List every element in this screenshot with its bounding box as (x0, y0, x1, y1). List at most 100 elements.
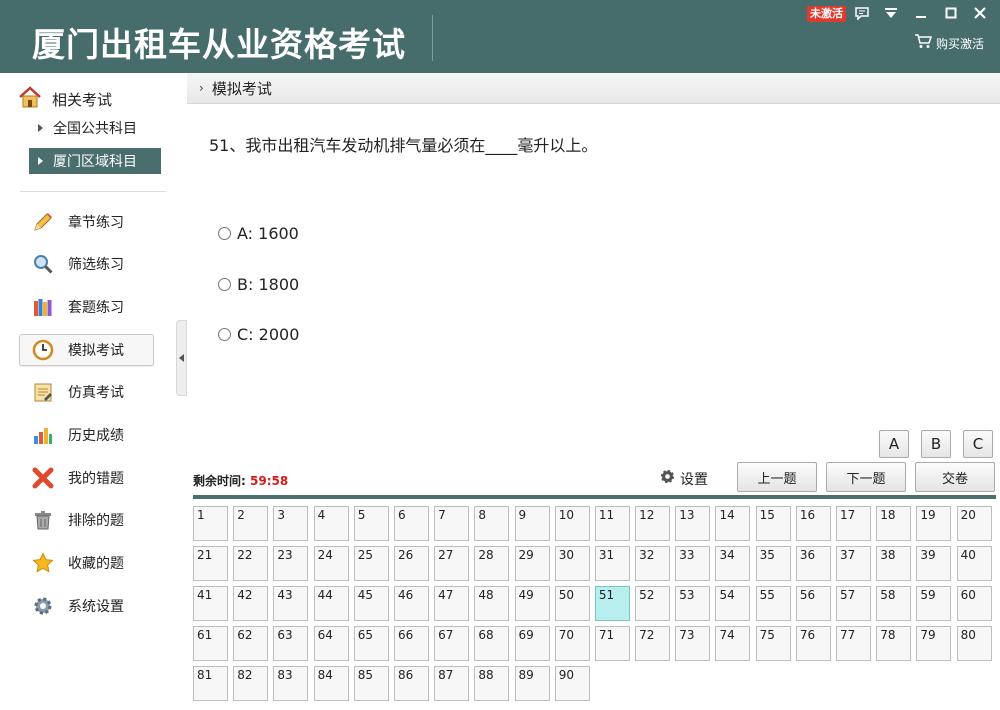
question-cell[interactable]: 59 (916, 586, 952, 621)
question-cell[interactable]: 54 (715, 586, 751, 621)
question-cell[interactable]: 29 (514, 546, 550, 581)
question-cell[interactable]: 1 (193, 506, 228, 541)
answer-c-button[interactable]: C (963, 430, 993, 458)
answer-b-button[interactable]: B (921, 430, 951, 458)
question-cell[interactable]: 90 (554, 666, 590, 701)
question-cell[interactable]: 39 (916, 546, 952, 581)
radio-button[interactable] (218, 278, 231, 291)
question-cell[interactable]: 36 (795, 546, 831, 581)
question-cell[interactable]: 9 (514, 506, 550, 541)
answer-a-button[interactable]: A (879, 430, 909, 458)
question-cell[interactable]: 79 (916, 626, 952, 661)
submit-exam-button[interactable]: 交卷 (915, 462, 995, 492)
question-cell[interactable]: 70 (554, 626, 590, 661)
radio-button[interactable] (218, 227, 231, 240)
question-cell[interactable]: 66 (393, 626, 429, 661)
option-b[interactable]: B: 1800 (218, 275, 299, 294)
question-cell[interactable]: 61 (193, 626, 228, 661)
question-cell[interactable]: 22 (233, 546, 269, 581)
question-cell[interactable]: 35 (755, 546, 791, 581)
question-cell[interactable]: 20 (956, 506, 992, 541)
question-cell[interactable]: 40 (956, 546, 992, 581)
question-cell[interactable]: 72 (635, 626, 671, 661)
question-cell[interactable]: 63 (273, 626, 309, 661)
menu-dropdown-icon[interactable] (882, 4, 900, 22)
question-cell[interactable]: 19 (916, 506, 952, 541)
question-cell[interactable]: 23 (273, 546, 309, 581)
question-cell[interactable]: 31 (594, 546, 630, 581)
question-cell[interactable]: 26 (393, 546, 429, 581)
question-cell[interactable]: 38 (876, 546, 912, 581)
question-cell[interactable]: 46 (393, 586, 429, 621)
question-cell[interactable]: 18 (876, 506, 912, 541)
question-cell[interactable]: 75 (755, 626, 791, 661)
next-question-button[interactable]: 下一题 (826, 462, 906, 492)
question-cell[interactable]: 84 (313, 666, 349, 701)
question-cell[interactable]: 32 (635, 546, 671, 581)
question-cell[interactable]: 58 (876, 586, 912, 621)
question-cell[interactable]: 28 (474, 546, 510, 581)
question-cell[interactable]: 51 (594, 586, 630, 621)
sidebar-item-filter-practice[interactable]: 筛选练习 (19, 248, 154, 280)
close-icon[interactable] (971, 4, 989, 22)
question-cell[interactable]: 53 (675, 586, 711, 621)
question-cell[interactable]: 73 (675, 626, 711, 661)
question-cell[interactable]: 24 (313, 546, 349, 581)
question-cell[interactable]: 69 (514, 626, 550, 661)
question-cell[interactable]: 88 (474, 666, 510, 701)
question-cell[interactable]: 55 (755, 586, 791, 621)
sidebar-item-mock-exam[interactable]: 模拟考试 (19, 334, 154, 366)
sidebar-item-favorites[interactable]: 收藏的题 (19, 547, 154, 579)
question-cell[interactable]: 37 (836, 546, 871, 581)
question-cell[interactable]: 71 (594, 626, 630, 661)
maximize-icon[interactable] (942, 4, 960, 22)
sidebar-item-set-practice[interactable]: 套题练习 (19, 291, 154, 323)
question-cell[interactable]: 16 (795, 506, 831, 541)
question-cell[interactable]: 60 (956, 586, 992, 621)
question-cell[interactable]: 3 (273, 506, 309, 541)
question-cell[interactable]: 33 (675, 546, 711, 581)
question-cell[interactable]: 57 (836, 586, 871, 621)
question-cell[interactable]: 12 (635, 506, 671, 541)
question-cell[interactable]: 50 (554, 586, 590, 621)
question-cell[interactable]: 56 (795, 586, 831, 621)
question-cell[interactable]: 5 (353, 506, 389, 541)
sidebar-item-my-mistakes[interactable]: 我的错题 (19, 462, 154, 494)
sidebar-item-history-scores[interactable]: 历史成绩 (19, 419, 154, 451)
subitem-xiamen-region[interactable]: 厦门区域科目 (29, 148, 161, 174)
radio-button[interactable] (218, 328, 231, 341)
prev-question-button[interactable]: 上一题 (737, 462, 817, 492)
question-cell[interactable]: 7 (434, 506, 470, 541)
question-cell[interactable]: 6 (393, 506, 429, 541)
question-cell[interactable]: 76 (795, 626, 831, 661)
question-cell[interactable]: 85 (353, 666, 389, 701)
question-cell[interactable]: 14 (715, 506, 751, 541)
question-cell[interactable]: 80 (956, 626, 992, 661)
settings-button[interactable]: 设置 (659, 468, 708, 489)
question-cell[interactable]: 65 (353, 626, 389, 661)
question-cell[interactable]: 87 (434, 666, 470, 701)
question-cell[interactable]: 44 (313, 586, 349, 621)
subitem-national-public[interactable]: 全国公共科目 (29, 115, 161, 141)
question-cell[interactable]: 25 (353, 546, 389, 581)
option-c[interactable]: C: 2000 (218, 325, 299, 344)
question-cell[interactable]: 89 (514, 666, 550, 701)
question-cell[interactable]: 4 (313, 506, 349, 541)
question-cell[interactable]: 2 (233, 506, 269, 541)
sidebar-collapse-handle[interactable] (176, 320, 187, 396)
question-cell[interactable]: 43 (273, 586, 309, 621)
activation-badge[interactable]: 未激活 (807, 6, 846, 22)
question-cell[interactable]: 27 (434, 546, 470, 581)
question-cell[interactable]: 11 (594, 506, 630, 541)
option-a[interactable]: A: 1600 (218, 224, 299, 243)
question-cell[interactable]: 74 (715, 626, 751, 661)
question-cell[interactable]: 13 (675, 506, 711, 541)
question-cell[interactable]: 49 (514, 586, 550, 621)
question-cell[interactable]: 81 (193, 666, 228, 701)
question-cell[interactable]: 52 (635, 586, 671, 621)
question-cell[interactable]: 82 (233, 666, 269, 701)
question-cell[interactable]: 83 (273, 666, 309, 701)
sidebar-item-excluded-questions[interactable]: 排除的题 (19, 504, 154, 536)
buy-activation-button[interactable]: 购买激活 (914, 34, 984, 52)
question-cell[interactable]: 41 (193, 586, 228, 621)
